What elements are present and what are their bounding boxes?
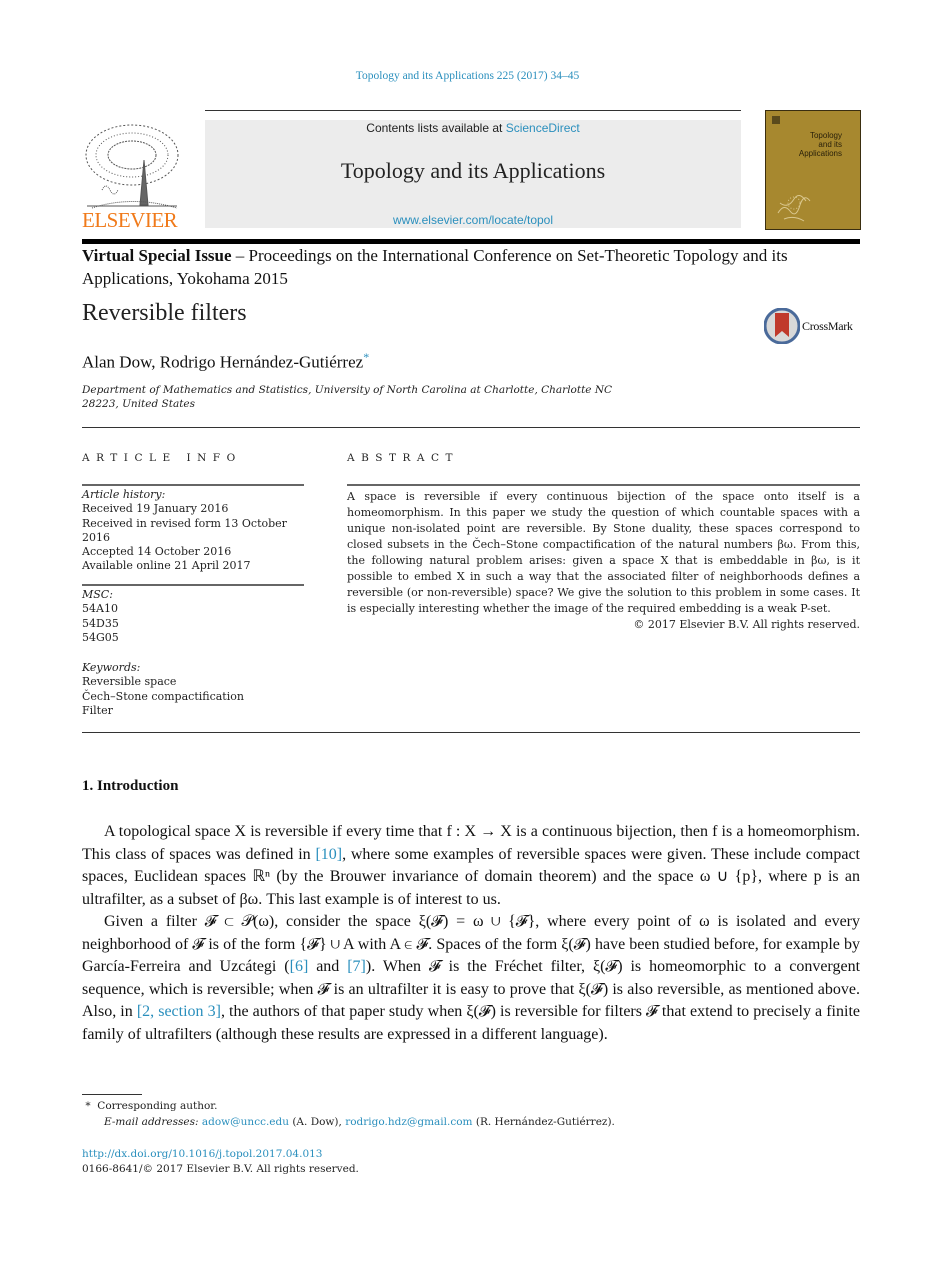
article-title: Reversible filters xyxy=(82,300,247,326)
contents-availability: Contents lists available at ScienceDirec… xyxy=(205,120,741,135)
corresponding-author-marker[interactable]: * xyxy=(363,350,369,364)
msc-code: 54A10 xyxy=(82,602,118,616)
journal-cover-image[interactable]: Topology and its Applications xyxy=(765,110,861,230)
paragraph: A topological space X is reversible if e… xyxy=(82,821,860,911)
abstract-rule xyxy=(347,484,860,486)
footnote-emails: E-mail addresses: adow@uncc.edu (A. Dow)… xyxy=(82,1114,860,1130)
issn-copyright: 0166-8641/© 2017 Elsevier B.V. All right… xyxy=(82,1163,359,1175)
keyword: Reversible space xyxy=(82,675,177,689)
elsevier-wordmark[interactable]: ELSEVIER xyxy=(82,208,178,233)
affiliation-line: Department of Mathematics and Statistics… xyxy=(82,384,613,396)
abstract-text: A space is reversible if every continuou… xyxy=(347,490,860,615)
section-divider xyxy=(82,732,860,733)
email-owner: (R. Hernández-Gutiérrez). xyxy=(472,1116,615,1128)
footnotes: * Corresponding author. E-mail addresses… xyxy=(82,1098,860,1130)
article-info-rule xyxy=(82,584,304,586)
cover-publisher-mark-icon xyxy=(772,116,780,124)
history-item: Available online 21 April 2017 xyxy=(82,559,251,573)
email-owner: (A. Dow), xyxy=(289,1116,346,1128)
contents-prefix: Contents lists available at xyxy=(366,121,506,135)
crossmark-icon xyxy=(764,308,800,344)
paragraph-text: and xyxy=(308,958,348,975)
abstract-copyright: © 2017 Elsevier B.V. All rights reserved… xyxy=(633,618,860,631)
cover-title-line: Applications xyxy=(798,149,842,158)
crossmark-button[interactable]: CrossMark xyxy=(764,308,860,344)
cover-title: Topology and its Applications xyxy=(799,131,842,158)
article-info-rule xyxy=(82,484,304,486)
cover-pattern-icon xyxy=(777,195,811,222)
keyword: Filter xyxy=(82,703,113,717)
msc-codes: MSC: 54A10 54D35 54G05 xyxy=(82,588,312,645)
special-issue-note: Virtual Special Issue – Proceedings on t… xyxy=(82,244,860,290)
citation-link[interactable]: [6] xyxy=(290,958,309,975)
paragraph: Given a filter 𝓕 ⊂ 𝒫(ω), consider the sp… xyxy=(82,911,860,1046)
citation-link[interactable]: [2, section 3] xyxy=(137,1003,221,1020)
cover-title-line: Topology xyxy=(809,131,842,140)
email-link[interactable]: rodrigo.hdz@gmail.com xyxy=(345,1116,472,1128)
section-divider xyxy=(82,427,860,428)
keywords: Keywords: Reversible space Čech–Stone co… xyxy=(82,661,312,718)
abstract: A space is reversible if every continuou… xyxy=(347,489,860,633)
special-issue-label[interactable]: Virtual Special Issue xyxy=(82,246,232,265)
footnote-corresponding: * Corresponding author. xyxy=(82,1098,860,1114)
crossmark-label: CrossMark xyxy=(802,319,853,333)
keyword: Čech–Stone compactification xyxy=(82,689,244,703)
msc-code: 54G05 xyxy=(82,630,119,644)
header-rule xyxy=(205,110,741,111)
doi-block: http://dx.doi.org/10.1016/j.topol.2017.0… xyxy=(82,1147,359,1177)
cover-title-line: and its xyxy=(818,140,842,149)
abstract-heading: ABSTRACT xyxy=(347,452,460,464)
section-heading-introduction: 1. Introduction xyxy=(82,778,179,794)
footnote-text: Corresponding author. xyxy=(97,1100,218,1112)
msc-label: MSC: xyxy=(82,588,113,601)
history-item: Received in revised form 13 October 2016 xyxy=(82,516,287,544)
author-list: Alan Dow, Rodrigo Hernández-Gutiérrez* xyxy=(82,350,369,373)
article-history: Article history: Received 19 January 201… xyxy=(82,488,312,574)
history-item: Received 19 January 2016 xyxy=(82,502,229,516)
msc-code: 54D35 xyxy=(82,616,119,630)
footnote-marker: * xyxy=(85,1100,91,1112)
journal-title: Topology and its Applications xyxy=(340,158,606,183)
history-item: Accepted 14 October 2016 xyxy=(82,545,232,559)
journal-url-link[interactable]: www.elsevier.com/locate/topol xyxy=(205,213,741,227)
keywords-label: Keywords: xyxy=(82,661,141,674)
email-link[interactable]: adow@uncc.edu xyxy=(202,1116,289,1128)
citation-link[interactable]: [10] xyxy=(315,846,342,863)
introduction-body: A topological space X is reversible if e… xyxy=(82,821,860,1046)
citation-link[interactable]: [7] xyxy=(347,958,366,975)
doi-link[interactable]: http://dx.doi.org/10.1016/j.topol.2017.0… xyxy=(82,1147,359,1162)
journal-reference-link[interactable]: Topology and its Applications 225 (2017)… xyxy=(0,70,935,82)
affiliation: Department of Mathematics and Statistics… xyxy=(82,383,742,411)
footnote-rule xyxy=(82,1094,142,1095)
journal-masthead: Contents lists available at ScienceDirec… xyxy=(205,120,741,228)
sciencedirect-link[interactable]: ScienceDirect xyxy=(506,121,580,135)
article-info-heading: ARTICLE INFO xyxy=(82,452,242,464)
article-history-label: Article history: xyxy=(82,488,166,501)
authors-names: Alan Dow, Rodrigo Hernández-Gutiérrez xyxy=(82,352,364,372)
email-label: E-mail addresses: xyxy=(104,1116,199,1128)
affiliation-line: 28223, United States xyxy=(82,398,196,410)
